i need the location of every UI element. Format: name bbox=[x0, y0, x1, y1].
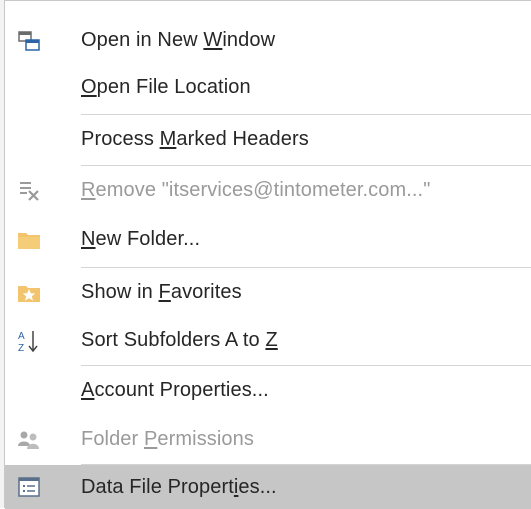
menu-item-label: Show in Favorites bbox=[81, 281, 242, 303]
context-menu: Open in New Window Open File Location Pr… bbox=[4, 0, 531, 509]
menu-item-label: Remove "itservices@tintometer.com..." bbox=[81, 179, 431, 201]
data-file-properties-icon bbox=[17, 475, 41, 499]
menu-item-new-folder[interactable]: New Folder... bbox=[5, 215, 531, 264]
menu-item-show-in-favorites[interactable]: Show in Favorites bbox=[5, 268, 531, 317]
menu-item-remove-account[interactable]: Remove "itservices@tintometer.com..." bbox=[5, 166, 531, 215]
open-new-window-icon bbox=[17, 29, 41, 53]
menu-item-data-file-properties[interactable]: Data File Properties... bbox=[5, 465, 531, 509]
menu-item-account-properties[interactable]: Account Properties... bbox=[5, 366, 531, 415]
svg-text:A: A bbox=[18, 331, 25, 342]
menu-item-process-marked-headers[interactable]: Process Marked Headers bbox=[5, 115, 531, 164]
sort-a-to-z-icon: A Z bbox=[17, 329, 41, 353]
menu-item-open-in-new-window[interactable]: Open in New Window bbox=[5, 16, 531, 65]
menu-item-folder-permissions[interactable]: Folder Permissions bbox=[5, 415, 531, 464]
menu-item-label: Open File Location bbox=[81, 76, 251, 98]
menu-item-open-file-location[interactable]: Open File Location bbox=[5, 63, 531, 112]
menu-item-label: Folder Permissions bbox=[81, 428, 254, 450]
menu-item-label: Data File Properties... bbox=[81, 475, 277, 498]
remove-filter-icon bbox=[17, 179, 41, 203]
menu-item-label: New Folder... bbox=[81, 228, 201, 250]
menu-item-sort-subfolders[interactable]: A Z Sort Subfolders A to Z bbox=[5, 316, 531, 365]
favorite-folder-icon bbox=[17, 281, 41, 305]
menu-item-label: Account Properties... bbox=[81, 379, 269, 401]
svg-text:Z: Z bbox=[18, 343, 24, 353]
menu-item-label: Process Marked Headers bbox=[81, 128, 309, 150]
menu-item-label: Open in New Window bbox=[81, 29, 276, 51]
folder-icon bbox=[17, 228, 41, 252]
menu-item-label: Sort Subfolders A to Z bbox=[81, 329, 278, 351]
folder-permissions-icon bbox=[17, 428, 41, 452]
